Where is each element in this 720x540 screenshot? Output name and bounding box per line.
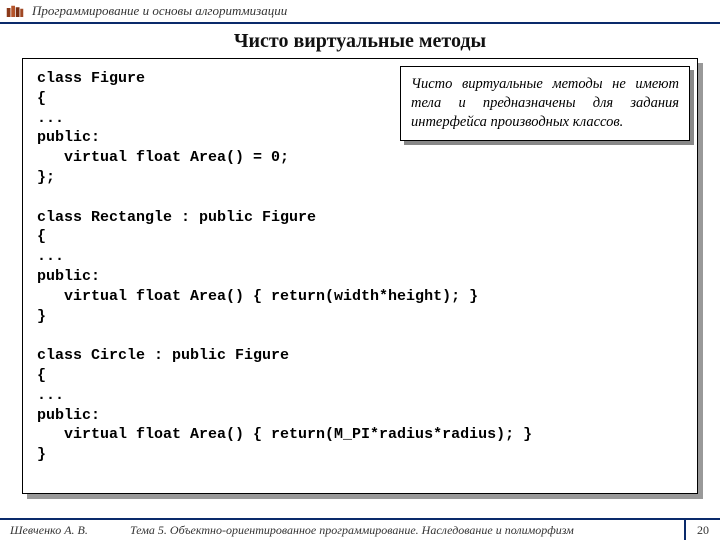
- footer-topic: Тема 5. Объектно-ориентированное програм…: [130, 523, 684, 538]
- slide-page: Программирование и основы алгоритмизации…: [0, 0, 720, 540]
- note-container: Чисто виртуальные методы не имеют тела и…: [400, 66, 690, 141]
- header-bar: Программирование и основы алгоритмизации: [0, 0, 720, 24]
- note-box: Чисто виртуальные методы не имеют тела и…: [400, 66, 690, 141]
- footer-author: Шевченко А. В.: [0, 523, 130, 538]
- footer-bar: Шевченко А. В. Тема 5. Объектно-ориентир…: [0, 518, 720, 540]
- slide-title: Чисто виртуальные методы: [0, 30, 720, 53]
- footer-page-number: 20: [684, 520, 720, 540]
- course-title: Программирование и основы алгоритмизации: [32, 3, 287, 19]
- books-icon: [6, 3, 24, 19]
